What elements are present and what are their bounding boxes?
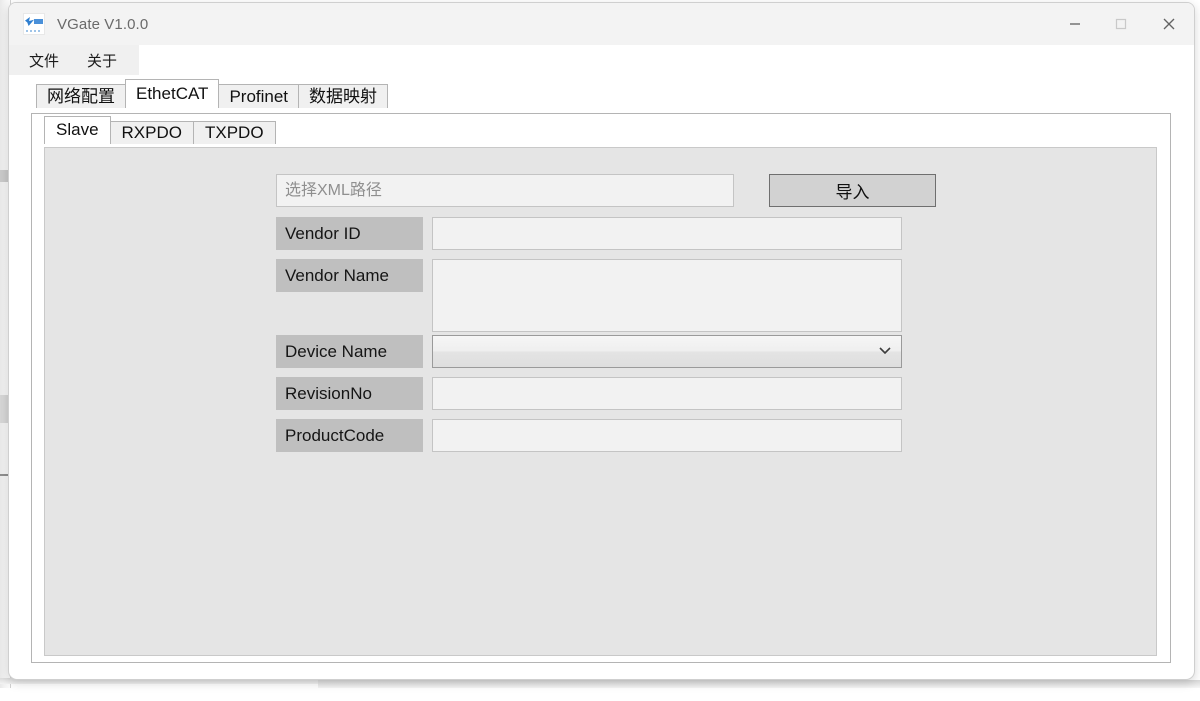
tab-ethercat[interactable]: EthetCAT [125, 79, 220, 108]
maximize-icon [1115, 18, 1127, 30]
tab-network-config[interactable]: 网络配置 [36, 84, 126, 108]
inner-tab-row: Slave RXPDO TXPDO [32, 114, 1170, 144]
field-row-product-code: ProductCode [276, 419, 902, 452]
label-revision-no: RevisionNo [276, 377, 423, 410]
field-row-vendor-id: Vendor ID [276, 217, 902, 250]
device-name-select-wrapper [432, 335, 902, 368]
desktop-shadow-band-right [318, 680, 1200, 688]
tab-data-mapping[interactable]: 数据映射 [298, 84, 389, 108]
title-bar[interactable]: VGate V1.0.0 [9, 3, 1194, 45]
tab-slave[interactable]: Slave [44, 116, 111, 144]
desktop-background: VGate V1.0.0 文件 关于 网络配置 EthetCAT Profine… [0, 0, 1200, 701]
outer-tab-row: 网络配置 EthetCAT Profinet 数据映射 [36, 79, 1194, 108]
tab-profinet[interactable]: Profinet [218, 84, 300, 108]
field-row-vendor-name: Vendor Name [276, 259, 902, 332]
close-icon [1163, 18, 1175, 30]
xml-path-input[interactable] [276, 174, 734, 207]
input-device-name[interactable] [432, 335, 902, 368]
ethercat-tab-panel: Slave RXPDO TXPDO 导入 Vendor ID [31, 113, 1171, 663]
application-window: VGate V1.0.0 文件 关于 网络配置 EthetCAT Profine… [8, 2, 1195, 680]
input-revision-no[interactable] [432, 377, 902, 410]
menu-item-file[interactable]: 文件 [21, 47, 67, 74]
field-row-revision-no: RevisionNo [276, 377, 902, 410]
label-product-code: ProductCode [276, 419, 423, 452]
app-logo-bird-shape [25, 17, 34, 26]
xml-path-row: 导入 [276, 174, 936, 207]
label-vendor-name: Vendor Name [276, 259, 423, 292]
tab-rxpdo[interactable]: RXPDO [109, 121, 194, 144]
outer-tab-strip: 网络配置 EthetCAT Profinet 数据映射 [9, 79, 1194, 108]
field-row-device-name: Device Name [276, 335, 902, 368]
window-controls [1052, 3, 1194, 45]
minimize-button[interactable] [1052, 3, 1098, 45]
label-device-name: Device Name [276, 335, 423, 368]
menu-item-about[interactable]: 关于 [79, 47, 125, 74]
tab-txpdo[interactable]: TXPDO [193, 121, 276, 144]
import-button[interactable]: 导入 [769, 174, 936, 207]
app-logo-icon [23, 13, 45, 35]
minimize-icon [1070, 23, 1080, 25]
maximize-button[interactable] [1098, 3, 1144, 45]
desktop-bottom-strip [0, 688, 1200, 701]
menu-bar: 文件 关于 [9, 45, 1194, 75]
input-product-code[interactable] [432, 419, 902, 452]
close-button[interactable] [1144, 3, 1194, 45]
window-title: VGate V1.0.0 [57, 15, 149, 33]
slave-tab-panel: 导入 Vendor ID Vendor Name Device Name [44, 147, 1157, 656]
label-vendor-id: Vendor ID [276, 217, 423, 250]
input-vendor-name[interactable] [432, 259, 902, 332]
app-logo-dots-shape [26, 30, 41, 32]
app-logo-wordmark-shape [34, 19, 43, 24]
input-vendor-id[interactable] [432, 217, 902, 250]
